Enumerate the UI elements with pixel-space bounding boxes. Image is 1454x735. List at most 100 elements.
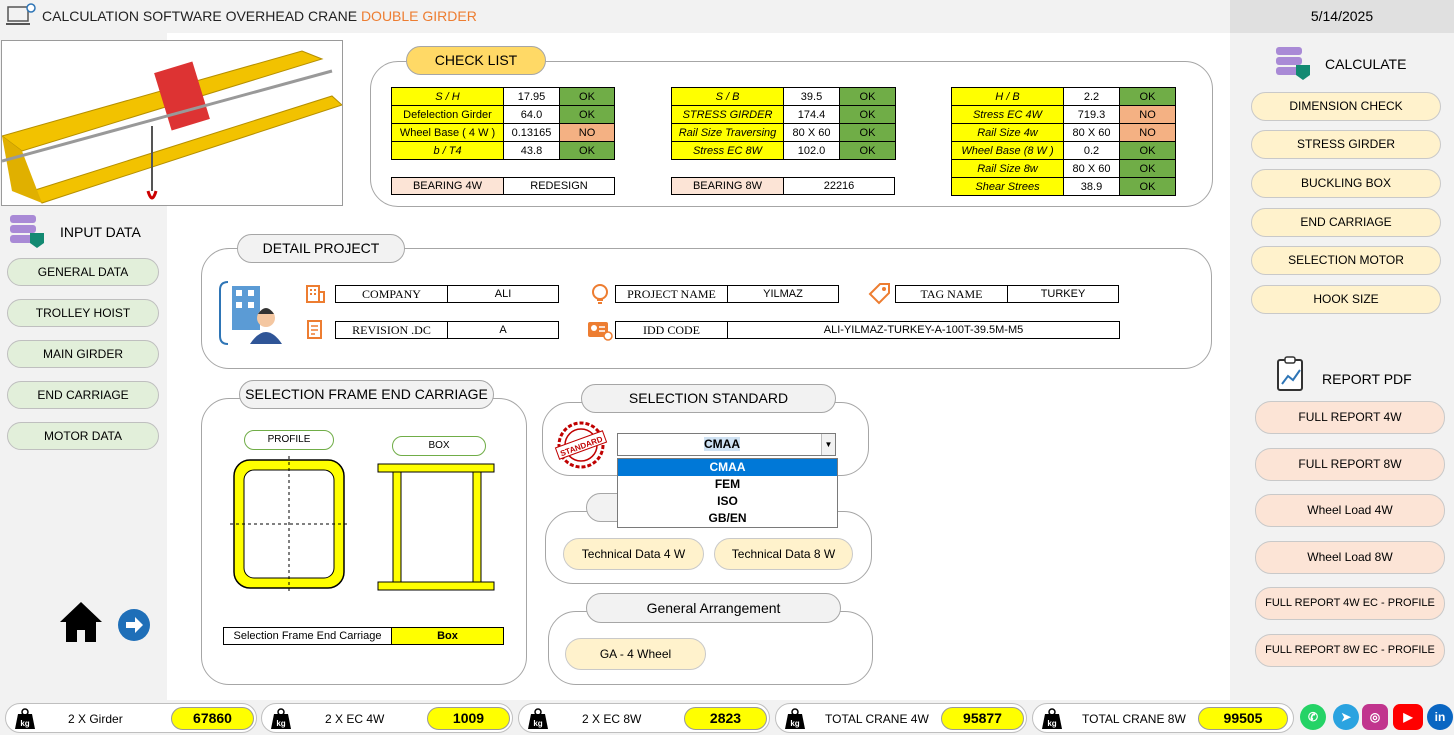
kg-weight-icon: kg bbox=[271, 708, 291, 729]
selection-motor-button[interactable]: SELECTION MOTOR bbox=[1251, 246, 1441, 275]
youtube-icon[interactable]: ▶ bbox=[1393, 704, 1423, 730]
crane-image bbox=[0, 40, 343, 206]
company-row: COMPANY ALI bbox=[335, 285, 559, 303]
database-icon bbox=[10, 215, 44, 248]
main-girder-button[interactable]: MAIN GIRDER bbox=[7, 340, 159, 368]
full-report-4w-button[interactable]: FULL REPORT 4W bbox=[1255, 401, 1445, 434]
full-report-4w-ec-profile-button[interactable]: FULL REPORT 4W EC - PROFILE bbox=[1255, 587, 1445, 620]
ga-4-wheel-button[interactable]: GA - 4 Wheel bbox=[565, 638, 706, 670]
tag-name-value: TURKEY bbox=[1007, 285, 1119, 303]
detail-project-title: DETAIL PROJECT bbox=[237, 234, 405, 263]
trolley-hoist-button[interactable]: TROLLEY HOIST bbox=[7, 299, 159, 327]
project-name-row: PROJECT NAME YILMAZ bbox=[615, 285, 839, 303]
company-label: COMPANY bbox=[335, 285, 448, 303]
standard-dropdown-list: CMAA FEM ISO GB/EN bbox=[617, 458, 838, 528]
checklist-table-2: S / B 39.5 OK STRESS GIRDER 174.4 OK Rail Si… bbox=[671, 87, 896, 160]
table-row: Shear Strees 38.9 OK bbox=[951, 177, 1176, 196]
hook-size-button[interactable]: HOOK SIZE bbox=[1251, 285, 1441, 314]
check-label: b / T4 bbox=[391, 141, 504, 160]
check-label: Stress EC 4W bbox=[951, 105, 1064, 124]
check-status: OK bbox=[1119, 159, 1176, 178]
laptop-settings-icon bbox=[6, 3, 36, 25]
wheel-load-4w-button[interactable]: Wheel Load 4W bbox=[1255, 494, 1445, 527]
whatsapp-icon[interactable]: ✆ bbox=[1300, 704, 1326, 730]
linkedin-icon[interactable]: in bbox=[1427, 704, 1453, 730]
box-option[interactable]: BOX bbox=[392, 436, 486, 456]
technical-data-8w-button[interactable]: Technical Data 8 W bbox=[714, 538, 853, 570]
end-carriage-input-button[interactable]: END CARRIAGE bbox=[7, 381, 159, 409]
instagram-icon[interactable]: ◎ bbox=[1362, 704, 1388, 730]
weight-label: TOTAL CRANE 4W bbox=[825, 712, 929, 726]
project-name-value: YILMAZ bbox=[727, 285, 839, 303]
motor-data-button[interactable]: MOTOR DATA bbox=[7, 422, 159, 450]
bearing-4w-label: BEARING 4W bbox=[391, 177, 504, 195]
id-card-icon bbox=[588, 322, 613, 341]
clipboard-chart-icon bbox=[1277, 356, 1303, 391]
check-status: OK bbox=[839, 141, 896, 160]
input-data-title: INPUT DATA bbox=[60, 224, 141, 240]
kg-label: kg bbox=[533, 719, 542, 728]
frame-ec-title: SELECTION FRAME END CARRIAGE bbox=[239, 380, 494, 409]
weight-value: 67860 bbox=[171, 707, 254, 730]
company-avatar-icon bbox=[219, 281, 282, 345]
general-data-button[interactable]: GENERAL DATA bbox=[7, 258, 159, 286]
weight-label: 2 X EC 4W bbox=[325, 712, 385, 726]
check-value: 0.2 bbox=[1063, 141, 1120, 160]
standard-option[interactable]: ISO bbox=[618, 493, 837, 510]
kg-label: kg bbox=[790, 719, 799, 728]
wheel-load-8w-button[interactable]: Wheel Load 8W bbox=[1255, 541, 1445, 574]
check-status: OK bbox=[559, 87, 615, 106]
ga-title: General Arrangement bbox=[586, 593, 841, 623]
check-value: 17.95 bbox=[503, 87, 560, 106]
weight-total-8w: kg TOTAL CRANE 8W 99505 bbox=[1032, 703, 1294, 733]
kg-label: kg bbox=[1047, 719, 1056, 728]
bearing-8w-label: BEARING 8W bbox=[671, 177, 784, 195]
telegram-icon[interactable]: ➤ bbox=[1333, 704, 1359, 730]
weight-ec-4w: kg 2 X EC 4W 1009 bbox=[261, 703, 513, 733]
check-label: STRESS GIRDER bbox=[671, 105, 784, 124]
standard-option[interactable]: CMAA bbox=[618, 459, 837, 476]
table-row: Stress EC 8W 102.0 OK bbox=[671, 141, 896, 160]
profile-option[interactable]: PROFILE bbox=[244, 430, 334, 450]
check-label: S / H bbox=[391, 87, 504, 106]
standard-title: SELECTION STANDARD bbox=[581, 384, 836, 413]
full-report-8w-button[interactable]: FULL REPORT 8W bbox=[1255, 448, 1445, 481]
check-label: Wheel Base ( 4 W ) bbox=[391, 123, 504, 142]
app-title: CALCULATION SOFTWARE OVERHEAD CRANE DOUB… bbox=[42, 8, 477, 24]
check-value: 719.3 bbox=[1063, 105, 1120, 124]
selection-frame-ec-value[interactable]: Box bbox=[391, 627, 504, 645]
check-value: 0.13165 bbox=[503, 123, 560, 142]
profile-section-diagram bbox=[230, 456, 350, 592]
kg-label: kg bbox=[20, 719, 29, 728]
bearing-4w-row: BEARING 4W REDESIGN bbox=[391, 177, 615, 195]
dimension-check-button[interactable]: DIMENSION CHECK bbox=[1251, 92, 1441, 121]
check-status: OK bbox=[559, 141, 615, 160]
home-icon[interactable] bbox=[58, 600, 104, 644]
revision-label: REVISION .DC bbox=[335, 321, 448, 339]
buckling-box-button[interactable]: BUCKLING BOX bbox=[1251, 169, 1441, 198]
technical-data-4w-button[interactable]: Technical Data 4 W bbox=[563, 538, 704, 570]
check-value: 2.2 bbox=[1063, 87, 1120, 106]
check-value: 80 X 60 bbox=[783, 123, 840, 142]
standard-option[interactable]: GB/EN bbox=[618, 510, 837, 527]
check-status: OK bbox=[1119, 141, 1176, 160]
full-report-8w-ec-profile-button[interactable]: FULL REPORT 8W EC - PROFILE bbox=[1255, 634, 1445, 667]
end-carriage-calc-button[interactable]: END CARRIAGE bbox=[1251, 208, 1441, 237]
stress-girder-button[interactable]: STRESS GIRDER bbox=[1251, 130, 1441, 159]
arrow-right-icon[interactable] bbox=[117, 608, 151, 642]
dropdown-arrow-icon[interactable]: ▼ bbox=[821, 434, 835, 455]
date-display: 5/14/2025 bbox=[1230, 0, 1454, 33]
standard-selected-value: CMAA bbox=[704, 437, 740, 451]
tag-icon bbox=[868, 283, 890, 305]
box-section-diagram bbox=[377, 463, 495, 591]
table-row: STRESS GIRDER 174.4 OK bbox=[671, 105, 896, 124]
selection-frame-ec-row: Selection Frame End Carriage Box bbox=[223, 627, 504, 645]
standard-select[interactable]: CMAA ▼ bbox=[617, 433, 836, 456]
weight-total-4w: kg TOTAL CRANE 4W 95877 bbox=[775, 703, 1027, 733]
table-row: Wheel Base (8 W ) 0.2 OK bbox=[951, 141, 1176, 160]
kg-weight-icon: kg bbox=[785, 708, 805, 729]
standard-option[interactable]: FEM bbox=[618, 476, 837, 493]
check-label: Rail Size Traversing bbox=[671, 123, 784, 142]
check-status: NO bbox=[559, 123, 615, 142]
check-label: Defelection Girder bbox=[391, 105, 504, 124]
